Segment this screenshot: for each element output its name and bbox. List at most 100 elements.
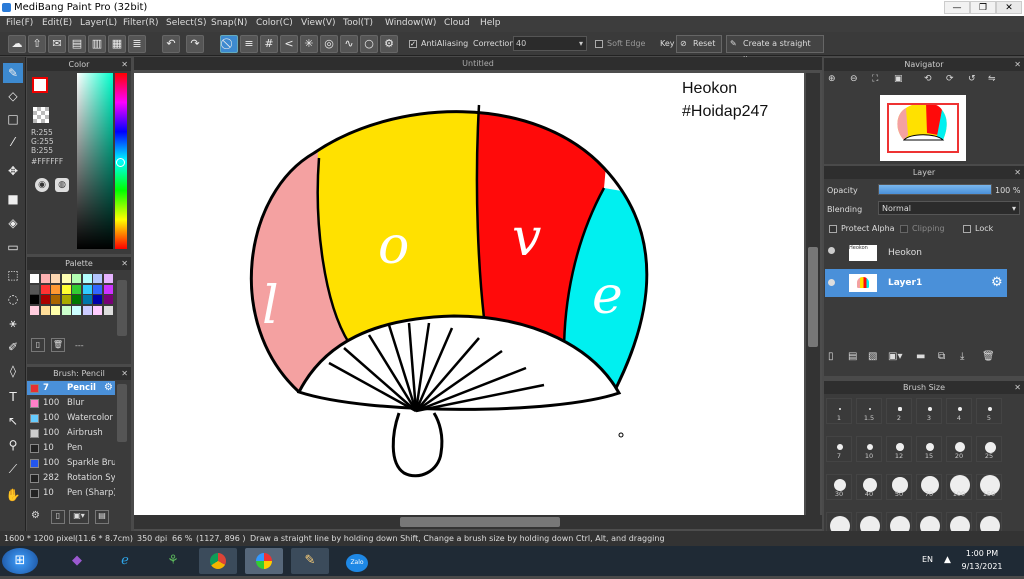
palette-swatch[interactable] [103, 274, 113, 283]
fit-icon[interactable]: ⛶ [872, 74, 878, 84]
palette-swatch[interactable] [103, 305, 113, 315]
correction-select[interactable]: 40 ▾ [513, 36, 587, 51]
snap-off-icon[interactable]: ⃠ [220, 35, 238, 53]
add-layer-menu-icon[interactable]: ▣▾ [888, 351, 902, 362]
rectangle-tool-icon[interactable]: □ [3, 109, 23, 129]
close-icon[interactable]: ✕ [121, 257, 128, 270]
palette-swatch[interactable] [51, 284, 60, 294]
document-icon[interactable]: ▤ [68, 35, 86, 53]
palette-swatch[interactable] [30, 295, 39, 304]
palette-swatch[interactable] [93, 295, 102, 304]
curve-snap-icon[interactable]: ∿ [340, 35, 358, 53]
lock-checkbox[interactable] [963, 225, 971, 233]
maximize-button[interactable]: ❐ [970, 1, 996, 14]
palette-swatch[interactable] [72, 295, 81, 304]
blending-select[interactable]: Normal ▾ [878, 201, 1020, 215]
palette-swatch[interactable] [51, 274, 60, 283]
divide-tool-icon[interactable]: ⟋ [3, 459, 23, 479]
select-pen-icon[interactable]: ✐ [3, 337, 23, 357]
brush-size-option[interactable]: 7 [826, 436, 852, 462]
palette-swatch[interactable] [82, 284, 92, 294]
vertical-scroll-thumb[interactable] [808, 247, 818, 347]
eyedropper-icon[interactable]: ⚲ [3, 435, 23, 455]
brush-size-option[interactable]: 5 [976, 398, 1002, 424]
opacity-slider[interactable] [878, 184, 992, 195]
brush-settings-icon[interactable]: ⚙ [31, 510, 45, 524]
palette-swatch[interactable] [61, 295, 71, 304]
copy-layer-icon[interactable]: ⧉ [938, 351, 945, 362]
new-halftone-layer-icon[interactable]: ▤ [848, 351, 857, 362]
fill-rect-tool-icon[interactable]: ■ [3, 189, 23, 209]
delete-palette-icon[interactable]: 🗑 [51, 338, 65, 352]
vertical-scrollbar[interactable] [806, 73, 820, 515]
palette-circle-icon[interactable]: ◉ [35, 178, 49, 192]
palette-swatch[interactable] [30, 284, 39, 294]
zoom-in-icon[interactable]: ⊕ [828, 74, 836, 84]
visual-studio-icon[interactable]: ◆ [58, 548, 96, 574]
brush-size-option[interactable]: 10 [856, 436, 882, 462]
redo-icon[interactable]: ↷ [186, 35, 204, 53]
hue-slider-handle[interactable] [116, 158, 125, 167]
palette-swatch[interactable] [61, 274, 71, 283]
internet-explorer-icon[interactable]: ℯ [106, 548, 144, 574]
dot-tool-icon[interactable]: ⁄ [3, 132, 23, 152]
brush-size-option[interactable]: 15 [916, 436, 942, 462]
palette-swatch[interactable] [30, 274, 39, 283]
palette-swatch[interactable] [103, 284, 113, 294]
navigator-viewport[interactable] [887, 103, 959, 153]
cloud-icon[interactable]: ☁ [8, 35, 26, 53]
brush-item[interactable]: 282 Rotation Sym [27, 471, 115, 485]
menu-filter[interactable]: Filter(R) [123, 18, 159, 28]
merge-layer-icon[interactable]: ⤓ [960, 351, 964, 362]
actual-size-icon[interactable]: ▣ [894, 74, 903, 84]
share-icon[interactable]: ⇧ [28, 35, 46, 53]
delete-brush-icon[interactable]: ▤ [95, 510, 109, 524]
close-icon[interactable]: ✕ [1014, 58, 1021, 71]
straight-line-button[interactable]: ✎Create a straight line [726, 35, 824, 64]
palette-swatch[interactable] [93, 274, 102, 283]
language-indicator[interactable]: EN [922, 555, 933, 564]
brush-size-option[interactable]: 50 [886, 474, 912, 500]
menu-cloud[interactable]: Cloud [444, 18, 470, 28]
brush-item[interactable]: 10 Pen (Sharp) [27, 486, 115, 500]
menu-window[interactable]: Window(W) [385, 18, 436, 28]
palette-scrollbar[interactable] [117, 280, 127, 336]
grid-snap-icon[interactable]: # [260, 35, 278, 53]
horizontal-scrollbar[interactable] [134, 515, 822, 529]
menu-help[interactable]: Help [480, 18, 501, 28]
eraser-tool-icon[interactable]: ◇ [3, 86, 23, 106]
menu-view[interactable]: View(V) [301, 18, 336, 28]
brush-size-option[interactable]: 4 [946, 398, 972, 424]
palette-swatch[interactable] [61, 284, 71, 294]
saturation-value-picker[interactable] [77, 73, 113, 249]
note-icon[interactable]: ▥ [88, 35, 106, 53]
drawing-canvas[interactable]: l o v e Heokon #Hoidap247 [134, 73, 804, 515]
parallel-snap-icon[interactable]: ≡ [240, 35, 258, 53]
menu-color[interactable]: Color(C) [256, 18, 293, 28]
brush-tool-icon[interactable]: ✎ [3, 63, 23, 83]
gradient-tool-icon[interactable]: ▭ [3, 237, 23, 257]
magic-wand-icon[interactable]: ⚹ [3, 313, 23, 333]
horizontal-scroll-thumb[interactable] [400, 517, 560, 527]
palette-swatch[interactable] [51, 305, 60, 315]
menu-snap[interactable]: Snap(N) [211, 18, 247, 28]
transparent-color-icon[interactable] [33, 107, 49, 123]
palette-swatch[interactable] [82, 305, 92, 315]
brush-size-option[interactable]: 12 [886, 436, 912, 462]
zoom-out-icon[interactable]: ⊖ [850, 74, 858, 84]
close-icon[interactable]: ✕ [121, 367, 128, 380]
close-icon[interactable]: ✕ [1014, 166, 1021, 179]
comment-icon[interactable]: ✉ [48, 35, 66, 53]
new-palette-icon[interactable]: ▯ [31, 338, 45, 352]
antialiasing-checkbox[interactable]: ✓ [409, 40, 417, 48]
flip-icon[interactable]: ⇋ [988, 74, 996, 84]
operation-tool-icon[interactable]: ↖ [3, 411, 23, 431]
brush-size-option[interactable]: 3 [916, 398, 942, 424]
layer-settings-gear-icon[interactable]: ⚙ [991, 275, 1003, 290]
brush-size-option[interactable]: 30 [826, 474, 852, 500]
palette-swatch[interactable] [40, 305, 50, 315]
brush-size-option[interactable]: 2 [886, 398, 912, 424]
layer-row-heokon[interactable]: Heokon Heokon [825, 239, 1007, 267]
brush-item[interactable]: 10 Pen [27, 441, 115, 455]
brush-size-option[interactable]: 20 [946, 436, 972, 462]
